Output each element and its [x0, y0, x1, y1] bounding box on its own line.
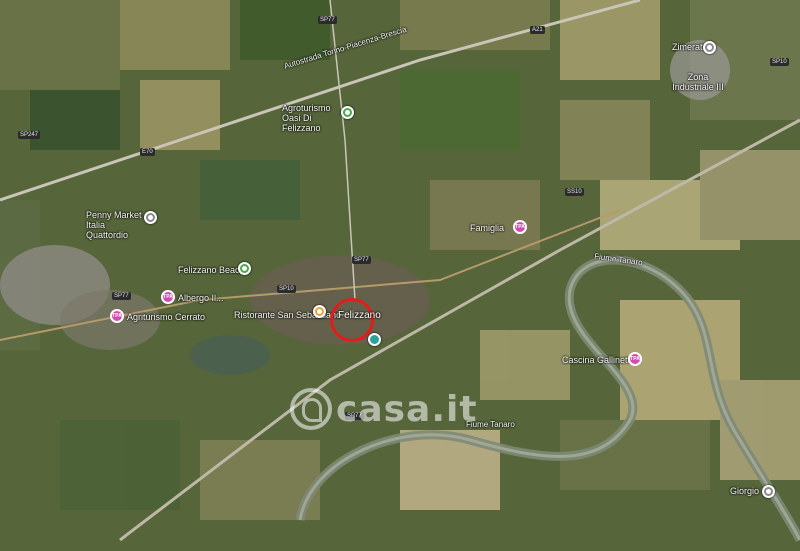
location-pin-icon[interactable] [238, 262, 251, 275]
road-label: SP77 [318, 16, 337, 24]
casa-it-watermark: casa.it [290, 388, 478, 430]
location-pin-icon[interactable] [703, 41, 716, 54]
place-label-albergo: Albergo Il... [178, 293, 224, 303]
road-label: SP10 [277, 285, 296, 293]
center-place-label: Felizzano [338, 310, 381, 321]
road-label: SP77 [352, 256, 371, 264]
place-label-cascina: Cascina Gallinetta [562, 355, 636, 365]
road-label: E70 [140, 148, 155, 156]
place-label-agriturismo: Agriturismo Cerrato [127, 312, 206, 322]
place-label-famiglia: Famiglia [470, 223, 505, 233]
restaurant-pin-icon[interactable] [313, 305, 326, 318]
place-label-zona-industriale: Zona Industriale III [672, 72, 724, 92]
place-label-giorgio: Giorgio [730, 486, 760, 496]
hotel-badge-icon[interactable]: TPA [513, 220, 527, 234]
location-pin-icon[interactable] [144, 211, 157, 224]
casa-logo-icon [290, 388, 332, 430]
road-label: SS10 [565, 188, 584, 196]
place-label-felizzano-beach: Felizzano Beach [178, 265, 245, 275]
place-label-penny-market: Penny Market Italia Quattordio [86, 210, 142, 240]
road-label: SP247 [18, 131, 41, 139]
location-pin-icon[interactable] [341, 106, 354, 119]
hotel-badge-icon[interactable]: TPA [161, 290, 175, 304]
location-pin-icon[interactable] [762, 485, 775, 498]
location-pin-icon[interactable] [368, 333, 381, 346]
hotel-badge-icon[interactable]: TPA [110, 309, 124, 323]
road-label: SP10 [770, 58, 789, 66]
place-label-agriturismo-oasi: Agroturismo Oasi Di Felizzano [282, 103, 331, 133]
hotel-badge-icon[interactable]: TPA [628, 352, 642, 366]
place-label-zimerat: Zimerat [672, 42, 703, 52]
road-label: SP77 [112, 292, 131, 300]
satellite-map[interactable]: SP77 SP247 SP10 SP77 SP10 SP77 E70 A21 S… [0, 0, 800, 551]
road-label: A21 [530, 26, 545, 34]
watermark-text: casa.it [336, 388, 478, 430]
